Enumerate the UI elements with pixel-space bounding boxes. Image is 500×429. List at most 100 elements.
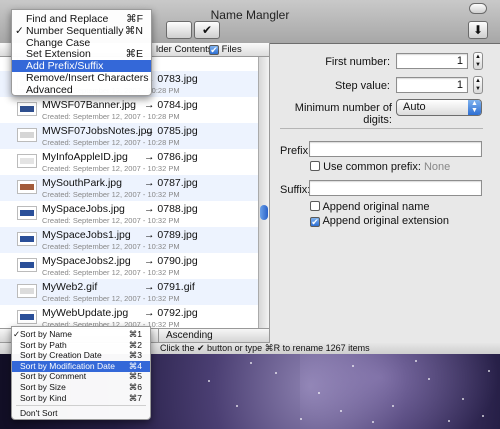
file-row[interactable]: MWSF07JobsNotes.jpg Created: September 12… — [0, 123, 258, 149]
folder-contents-label[interactable]: lder Contents — [156, 44, 213, 55]
popup-arrows-icon: ▲ ▼ — [468, 100, 481, 115]
star-dot — [482, 415, 484, 417]
action-menu-item[interactable]: Add Prefix/Suffix — [12, 60, 151, 73]
use-common-prefix-checkbox[interactable] — [310, 161, 320, 171]
append-original-name-row[interactable]: Append original name — [310, 201, 429, 213]
window-toggle-button[interactable] — [469, 3, 487, 14]
file-name: MyWeb2.gif — [42, 281, 98, 293]
sort-menu-item-label: Sort by Creation Date — [20, 350, 102, 361]
first-number-stepper[interactable]: ▲ ▼ — [473, 52, 483, 70]
append-original-extension-checkbox[interactable]: ✔ — [310, 217, 320, 227]
sort-menu-item[interactable]: ✓ Sort by Name ⌘1 — [12, 329, 150, 340]
sort-menu-item-shortcut: ⌘3 — [128, 350, 142, 361]
min-digits-value: Auto — [403, 101, 426, 113]
file-thumbnail-image — [20, 158, 34, 164]
file-row[interactable]: MWSF07Banner.jpg Created: September 12, 2… — [0, 97, 258, 123]
file-thumbnail-image — [20, 132, 34, 138]
file-new-name: → 0786.jpg — [144, 151, 198, 163]
action-menu[interactable]: Find and Replace ⌘F ✓ Number Sequentially ⌘N… — [11, 9, 152, 96]
sort-menu-item-shortcut: ⌘2 — [128, 339, 142, 350]
action-menu-item-label: Number Sequentially — [26, 24, 124, 37]
star-dot — [372, 421, 374, 423]
dont-sort-item[interactable]: Don't Sort — [12, 408, 150, 419]
first-number-field[interactable]: 1 — [396, 53, 468, 69]
action-menu-item[interactable]: ✓ Number Sequentially ⌘N — [12, 25, 151, 37]
sort-menu-item-label: Sort by Path — [20, 339, 67, 350]
file-new-name: → 0784.jpg — [144, 99, 198, 111]
sort-bar-separator — [158, 329, 159, 343]
sort-menu-item[interactable]: Sort by Creation Date ⌘3 — [12, 350, 150, 361]
star-dot — [236, 405, 238, 407]
file-row[interactable]: MySpaceJobs2.jpg Created: September 12, 2… — [0, 253, 258, 279]
file-created-date: Created: September 12, 2007 - 10:32 PM — [42, 164, 180, 173]
append-original-name-checkbox[interactable] — [310, 201, 320, 211]
sort-menu[interactable]: ✓ Sort by Name ⌘1 Sort by Path ⌘2 Sort by Cre… — [11, 326, 151, 420]
action-menu-item[interactable]: Set Extension ⌘E — [12, 48, 151, 60]
file-row[interactable]: MySpaceJobs.jpg Created: September 12, 20… — [0, 201, 258, 227]
sort-menu-item[interactable]: Sort by Size ⌘6 — [12, 382, 150, 393]
star-dot — [208, 380, 210, 382]
action-menu-item-label: Change Case — [26, 36, 91, 49]
scrollbar-knob[interactable] — [260, 205, 268, 220]
file-name: MyInfoAppleID.jpg — [42, 151, 128, 163]
sort-menu-item[interactable]: Sort by Modification Date ⌘4 — [12, 360, 150, 372]
status-text: Click the ✔ button or type ⌘R to rename … — [160, 343, 370, 353]
files-checkbox[interactable]: ✔ — [209, 45, 219, 55]
min-digits-select[interactable]: Auto ▲ ▼ — [396, 99, 482, 116]
file-row[interactable]: MyInfoAppleID.jpg Created: September 12, … — [0, 149, 258, 175]
action-menu-item[interactable]: Change Case — [12, 37, 151, 49]
use-common-prefix-row[interactable]: Use common prefix: None — [310, 161, 450, 173]
files-toggle[interactable]: ✔ Files — [209, 44, 242, 55]
star-dot — [448, 420, 450, 422]
file-thumbnail-image — [20, 314, 34, 320]
action-menu-item-label: Remove/Insert Characters — [26, 72, 149, 84]
step-value-field[interactable]: 1 — [396, 77, 468, 93]
action-menu-item[interactable]: Find and Replace ⌘F — [12, 13, 151, 25]
file-new-name: → 0788.jpg — [144, 203, 198, 215]
file-thumbnail-image — [20, 236, 34, 242]
split-divider[interactable] — [269, 43, 270, 343]
file-created-date: Created: September 12, 2007 - 10:28 PM — [42, 138, 180, 147]
action-menu-item-shortcut: ⌘F — [126, 13, 143, 25]
star-dot — [340, 410, 342, 412]
file-thumbnail-image — [20, 288, 34, 294]
file-thumbnail — [17, 102, 37, 116]
sort-menu-item[interactable]: Sort by Comment ⌘5 — [12, 371, 150, 382]
prefix-field[interactable] — [309, 141, 482, 157]
sort-menu-item-label: Sort by Comment — [20, 371, 87, 382]
file-name: MySpaceJobs1.jpg — [42, 229, 131, 241]
sort-menu-item[interactable]: Sort by Kind ⌘7 — [12, 393, 150, 404]
suffix-field[interactable] — [309, 180, 482, 196]
sort-menu-item-shortcut: ⌘6 — [128, 382, 142, 392]
star-dot — [428, 378, 430, 380]
file-name: MySouthPark.jpg — [42, 177, 122, 189]
file-thumbnail — [17, 128, 37, 142]
action-menu-item-label: Advanced — [26, 83, 73, 96]
star-dot — [392, 405, 394, 407]
file-name: MWSF07Banner.jpg — [42, 99, 136, 111]
sort-order-select[interactable]: Ascending — [166, 330, 213, 341]
file-row[interactable]: MySouthPark.jpg Created: September 12, 20… — [0, 175, 258, 201]
apply-button[interactable]: ✔ — [194, 21, 220, 39]
star-dot — [318, 392, 320, 394]
file-name: MyWebUpdate.jpg — [42, 307, 129, 319]
sort-menu-item-label: Sort by Size — [20, 382, 66, 392]
file-row[interactable]: MyWeb2.gif Created: September 12, 2007 - … — [0, 279, 258, 305]
toolbar-blank-button[interactable] — [166, 21, 192, 39]
file-list-scrollbar[interactable] — [258, 57, 269, 329]
file-thumbnail-image — [20, 262, 34, 268]
sort-menu-item[interactable]: Sort by Path ⌘2 — [12, 340, 150, 351]
append-original-extension-row[interactable]: ✔ Append original extension — [310, 215, 449, 227]
action-menu-item[interactable]: Advanced — [12, 84, 151, 96]
sort-menu-item-shortcut: ⌘5 — [128, 371, 142, 382]
step-value-stepper[interactable]: ▲ ▼ — [473, 76, 483, 94]
file-list[interactable]: Created: September 12, 2007 - 10:28 PM → … — [0, 57, 258, 329]
file-new-name: → 0787.jpg — [144, 177, 198, 189]
download-button[interactable]: ⬇ — [468, 21, 488, 39]
file-thumbnail — [17, 232, 37, 246]
action-menu-item[interactable]: Remove/Insert Characters — [12, 72, 151, 84]
star-dot — [415, 360, 417, 362]
star-dot — [488, 370, 490, 372]
file-new-name: → 0790.jpg — [144, 255, 198, 267]
file-row[interactable]: MySpaceJobs1.jpg Created: September 12, 2… — [0, 227, 258, 253]
